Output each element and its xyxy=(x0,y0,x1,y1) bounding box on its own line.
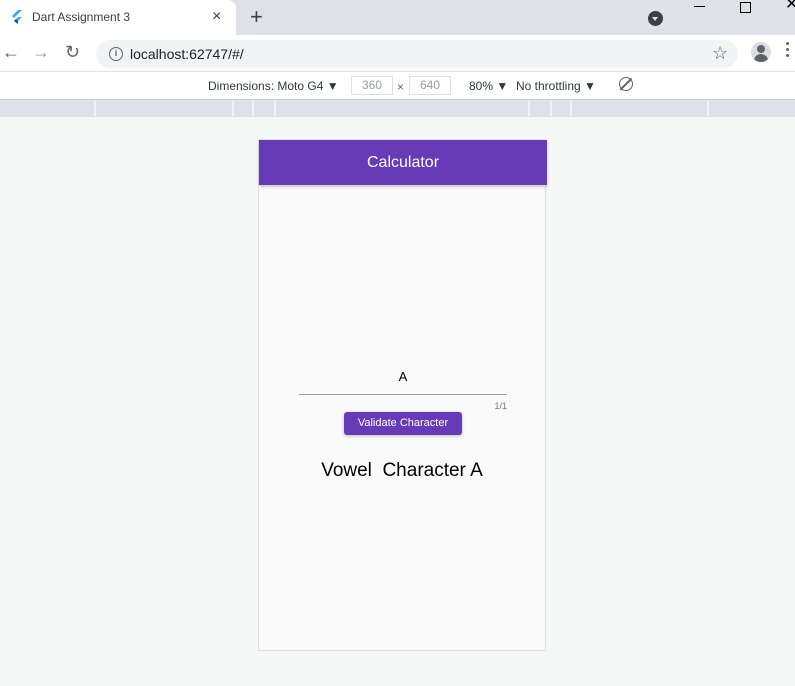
ruler-tick xyxy=(252,101,254,116)
profile-menu-icon[interactable] xyxy=(648,11,663,26)
window-close-icon[interactable]: ✕ xyxy=(785,0,795,14)
tab-strip: Dart Assignment 3 × + ✕ xyxy=(0,0,795,35)
times-sign: × xyxy=(397,80,405,94)
ruler-tick xyxy=(528,101,530,116)
more-vert-icon[interactable] xyxy=(786,42,789,60)
browser-tab[interactable]: Dart Assignment 3 × xyxy=(0,0,236,35)
plus-icon[interactable]: + xyxy=(250,6,263,28)
minimize-icon[interactable] xyxy=(694,6,705,7)
close-icon[interactable]: × xyxy=(212,8,221,26)
tab-title: Dart Assignment 3 xyxy=(32,10,131,24)
device-viewport: Calculator A 1/1 Validate Character Vowe… xyxy=(258,139,547,651)
ruler-tick xyxy=(274,101,276,116)
url-text[interactable]: localhost:62747/#/ xyxy=(130,46,244,62)
dropdown-arrow-icon: ▼ xyxy=(496,79,509,93)
zoom-dropdown[interactable]: 80% ▼ xyxy=(469,79,508,93)
star-icon[interactable]: ☆ xyxy=(712,43,728,64)
avatar-icon[interactable] xyxy=(751,42,771,62)
result-text: Vowel Character A xyxy=(321,460,483,481)
ruler-tick xyxy=(94,101,96,116)
ruler-tick xyxy=(570,101,572,116)
dropdown-arrow-icon: ▼ xyxy=(326,79,339,93)
character-counter: 1/1 xyxy=(494,401,507,411)
width-input[interactable]: 360 xyxy=(351,76,393,95)
dropdown-arrow-icon: ▼ xyxy=(584,79,596,93)
height-input[interactable]: 640 xyxy=(409,76,451,95)
address-bar[interactable]: i localhost:62747/#/ ☆ xyxy=(96,40,738,68)
character-input[interactable]: A xyxy=(299,364,507,395)
info-icon[interactable]: i xyxy=(109,47,123,61)
ruler-tick xyxy=(232,101,234,116)
character-input-value[interactable]: A xyxy=(299,369,507,384)
maximize-icon[interactable] xyxy=(740,2,751,13)
reload-icon[interactable]: ↻ xyxy=(65,42,80,62)
device-toolbar: Dimensions: Moto G4 ▼ 360 × 640 80% ▼ No… xyxy=(0,71,795,100)
ruler-tick xyxy=(707,101,709,116)
throttling-dropdown[interactable]: No throttling ▼ xyxy=(516,79,596,93)
rotate-icon[interactable] xyxy=(619,77,633,91)
flutter-icon xyxy=(12,10,22,24)
throttling-label: No throttling xyxy=(516,79,581,93)
media-query-ruler[interactable] xyxy=(0,100,795,117)
zoom-label: 80% xyxy=(469,79,494,93)
app-bar: Calculator xyxy=(259,140,547,185)
forward-arrow-icon[interactable]: → xyxy=(32,42,50,62)
browser-toolbar: ← → ↻ i localhost:62747/#/ ☆ xyxy=(0,35,795,71)
back-arrow-icon[interactable]: ← xyxy=(2,42,20,62)
page-title: Calculator xyxy=(366,154,440,171)
ruler-tick xyxy=(550,101,552,116)
validate-character-button[interactable]: Validate Character xyxy=(344,412,462,435)
dimensions-dropdown[interactable]: Dimensions: Moto G4 ▼ xyxy=(208,79,339,93)
dimensions-label: Dimensions: Moto G4 xyxy=(208,79,324,93)
